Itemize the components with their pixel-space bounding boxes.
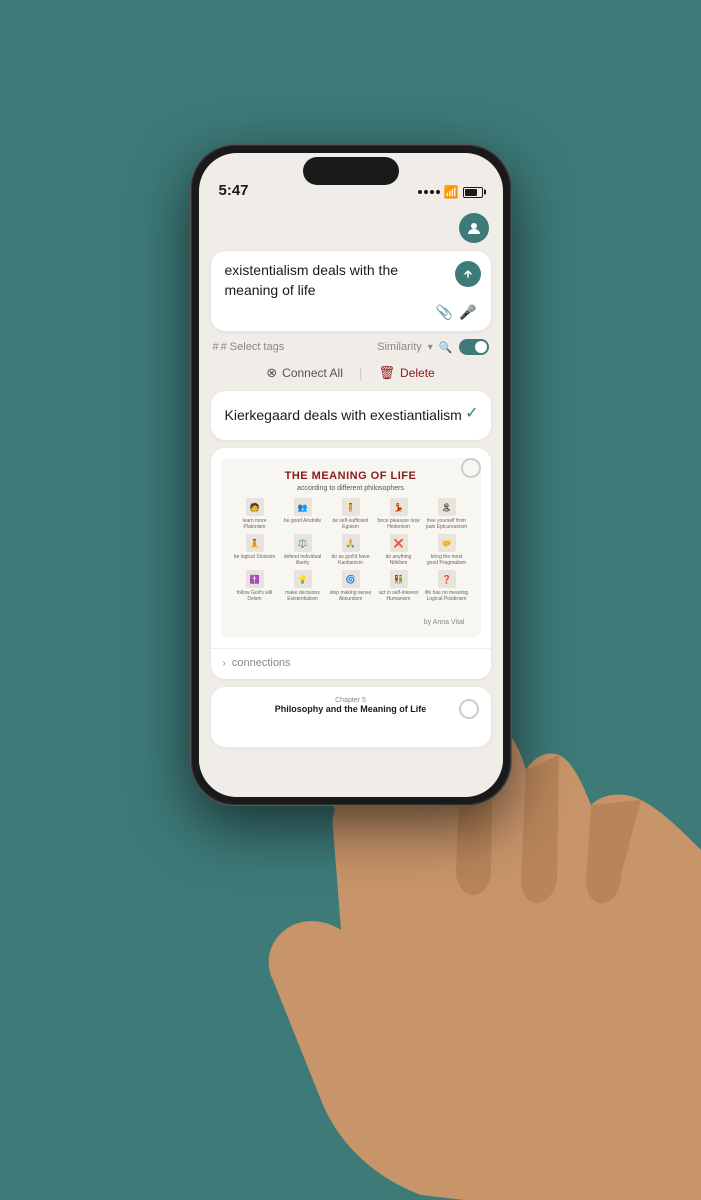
top-row <box>211 213 491 243</box>
chapter-label: Chapter 5 <box>223 697 479 704</box>
similarity-label: Similarity <box>377 341 422 353</box>
delete-button[interactable]: 🗑 Delete <box>379 365 435 381</box>
infographic-subtitle: according to different philosophers <box>297 485 404 492</box>
connections-row[interactable]: › connections <box>211 648 491 679</box>
status-time: 5:47 <box>219 182 249 199</box>
partial-card-content: Chapter 5 Philosophy and the Meaning of … <box>211 687 491 724</box>
delete-icon: 🗑 <box>379 365 396 381</box>
search-query-text: existentialism deals with the meaning of… <box>225 261 477 300</box>
input-icons: 📎 🎤 <box>225 304 477 321</box>
status-icons: 📶 <box>418 185 483 199</box>
hash-icon: # <box>213 341 219 353</box>
kierkegaard-card[interactable]: Kierkegaard deals with exestiantialism ✓ <box>211 391 491 440</box>
signal-icon <box>418 190 440 194</box>
connections-chevron-icon: › <box>223 658 226 669</box>
search-actions <box>455 261 481 287</box>
search-box[interactable]: existentialism deals with the meaning of… <box>211 251 491 331</box>
meaning-of-life-card[interactable]: THE MEANING OF LIFE according to differe… <box>211 448 491 679</box>
filter-row: # # Select tags Similarity ▾ 🔍 <box>211 339 491 355</box>
philosopher-grid: 🧑learn more Platonism 👥be good Aristotle… <box>233 498 469 602</box>
send-button[interactable] <box>455 261 481 287</box>
card-checkmark: ✓ <box>465 403 478 423</box>
profile-icon[interactable] <box>459 213 489 243</box>
connections-label: connections <box>232 657 291 669</box>
connect-icon: ⊗ <box>266 365 277 381</box>
infographic-author: by Anna Vital <box>233 619 469 626</box>
chapter-title: Philosophy and the Meaning of Life <box>223 704 479 714</box>
phone-screen: 5:47 📶 <box>199 153 503 797</box>
select-tags-label: # Select tags <box>221 341 285 353</box>
tags-selector[interactable]: # # Select tags <box>213 341 285 353</box>
attach-icon[interactable]: 📎 <box>436 304 453 321</box>
connect-all-label: Connect All <box>282 366 343 380</box>
screen-content: existentialism deals with the meaning of… <box>199 205 503 797</box>
partial-book-card[interactable]: Chapter 5 Philosophy and the Meaning of … <box>211 687 491 747</box>
phone-shell: 5:47 📶 <box>191 145 511 805</box>
delete-label: Delete <box>400 366 435 380</box>
battery-icon <box>463 187 483 198</box>
similarity-area: Similarity ▾ 🔍 <box>377 339 488 355</box>
similarity-chevron[interactable]: ▾ <box>428 342 433 353</box>
actions-row: ⊗ Connect All | 🗑 Delete <box>211 363 491 383</box>
infographic-title: THE MEANING OF LIFE <box>285 470 417 483</box>
meaning-of-life-image: THE MEANING OF LIFE according to differe… <box>221 458 481 638</box>
similarity-toggle[interactable] <box>459 339 489 355</box>
connect-all-button[interactable]: ⊗ Connect All <box>266 365 343 381</box>
wifi-icon: 📶 <box>444 185 459 199</box>
dynamic-island <box>303 157 399 185</box>
mic-icon[interactable]: 🎤 <box>459 304 476 321</box>
action-divider: | <box>359 365 363 381</box>
search-small-icon: 🔍 <box>439 341 453 354</box>
kierkegaard-card-text: Kierkegaard deals with exestiantialism <box>225 405 477 426</box>
